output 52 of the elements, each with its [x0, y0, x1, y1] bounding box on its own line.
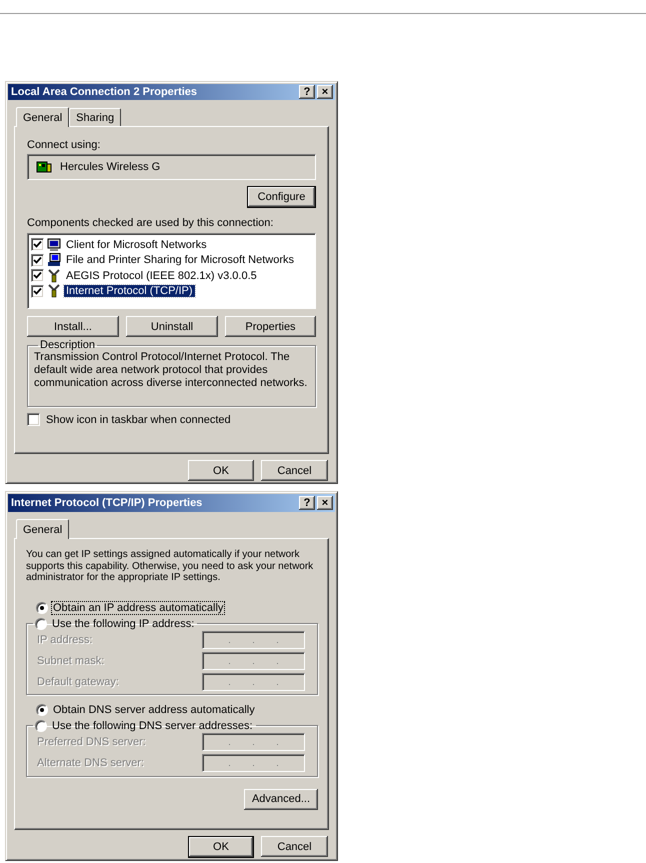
radio-label[interactable]: Obtain an IP address automatically: [52, 602, 224, 614]
description-text: Transmission Control Protocol/Internet Protocol. The default wide area network protocol that provides communication across diverse interconnected networks.: [34, 351, 308, 390]
component-item[interactable]: File and Printer Sharing for Microsoft Networks: [64, 254, 296, 266]
checkbox[interactable]: [31, 238, 44, 252]
ok-button[interactable]: OK: [188, 460, 254, 481]
field-label: Default gateway:: [37, 676, 119, 688]
network-plug-icon: [47, 284, 61, 298]
configure-button[interactable]: Configure: [247, 186, 316, 208]
help-button[interactable]: ?: [299, 85, 315, 99]
advanced-button[interactable]: Advanced...: [244, 788, 318, 810]
radio-label[interactable]: Use the following IP address:: [51, 618, 196, 630]
adapter-name: Hercules Wireless G: [60, 161, 160, 173]
group-legend: Description: [38, 339, 98, 351]
component-item[interactable]: Client for Microsoft Networks: [64, 238, 209, 251]
checkbox[interactable]: [31, 269, 44, 282]
close-button[interactable]: ×: [317, 85, 333, 99]
computer-icon: [47, 238, 61, 252]
intro-text: You can get IP settings assigned automatically if your network supports this capability. Otherwise, you need to ask your network administrator for the appropriate IP settings.: [26, 549, 314, 584]
checkbox[interactable]: [27, 413, 40, 426]
ok-button[interactable]: OK: [188, 836, 254, 858]
components-label: Components checked are used by this connection:: [27, 217, 274, 229]
tab[interactable]: General: [16, 107, 70, 127]
field-label: Alternate DNS server:: [37, 757, 144, 769]
radio-label[interactable]: Obtain DNS server address automatically: [52, 704, 256, 716]
shared-computer-icon: [47, 253, 61, 268]
field-label: Preferred DNS server:: [37, 736, 146, 748]
radio-button[interactable]: [35, 618, 47, 630]
checkbox[interactable]: [31, 284, 44, 298]
radio-button[interactable]: [35, 720, 47, 732]
cancel-button[interactable]: Cancel: [261, 460, 328, 481]
component-item[interactable]: Internet Protocol (TCP/IP): [64, 285, 195, 298]
radio-button[interactable]: [36, 704, 48, 716]
connect-using-label: Connect using:: [27, 139, 102, 151]
tab[interactable]: Sharing: [69, 108, 122, 126]
network-card-icon: [36, 160, 52, 174]
checkbox-label[interactable]: Show icon in taskbar when connected: [46, 414, 231, 426]
checkbox[interactable]: [31, 254, 44, 267]
radio-label[interactable]: Use the following DNS server addresses:: [51, 720, 254, 732]
window-title: Local Area Connection 2 Properties: [11, 86, 198, 98]
tab[interactable]: General: [16, 519, 70, 539]
close-button[interactable]: ×: [317, 496, 333, 510]
network-plug-icon: [47, 268, 61, 283]
radio-button[interactable]: [36, 602, 48, 614]
cancel-button[interactable]: Cancel: [261, 836, 328, 857]
field-label: Subnet mask:: [37, 655, 104, 667]
uninstall-button[interactable]: Uninstall: [126, 316, 218, 337]
component-item[interactable]: AEGIS Protocol (IEEE 802.1x) v3.0.0.5: [64, 270, 259, 282]
field-label: IP address:: [37, 634, 92, 646]
properties-button[interactable]: Properties: [225, 316, 316, 337]
window-title: Internet Protocol (TCP/IP) Properties: [11, 497, 202, 509]
install-button[interactable]: Install...: [27, 316, 119, 337]
help-button[interactable]: ?: [299, 496, 315, 510]
